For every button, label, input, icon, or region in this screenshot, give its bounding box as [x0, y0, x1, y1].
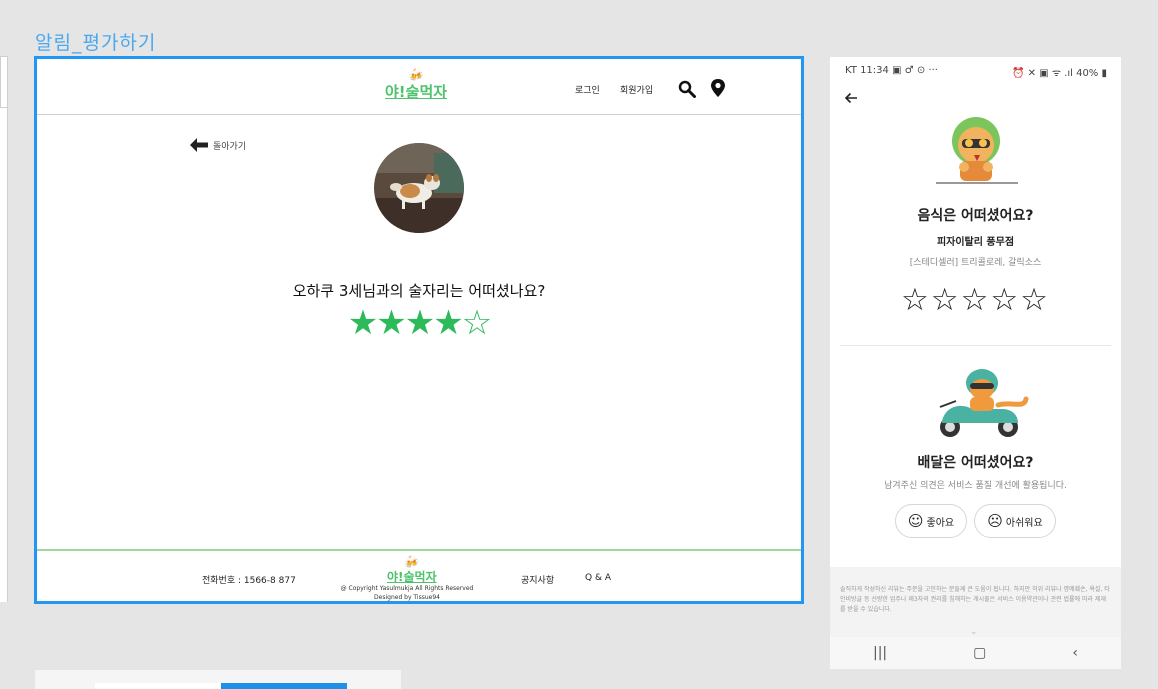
- smile-icon: ☺: [907, 511, 924, 530]
- food-star-rating[interactable]: ☆☆☆☆☆: [830, 281, 1121, 319]
- site-header: 🍻 야!술먹자 로그인 회원가입: [37, 59, 801, 115]
- delivery-rating-title: 배달은 어떠셨어요?: [917, 455, 1034, 471]
- filled-stars[interactable]: ★★★★: [348, 303, 464, 343]
- review-policy-notice: 솔직하게 작성하신 리뷰는 주문을 고민하는 분들께 큰 도움이 됩니다. 하지…: [830, 567, 1121, 637]
- recent-apps-icon[interactable]: |||: [873, 645, 887, 661]
- delivery-subtitle: 남겨주신 의견은 서비스 품질 개선에 활용됩니다.: [884, 481, 1067, 491]
- copyright-text: @ Copyright Yasulmukja All Rights Reserv…: [340, 585, 474, 592]
- rating-question: 오하쿠 3세님과의 술자리는 어떠셨나요?: [292, 282, 546, 300]
- next-frame-preview: [35, 670, 401, 689]
- footer-logo-text: 야!술먹자: [387, 570, 437, 584]
- bad-label: 아쉬워요: [1005, 517, 1043, 529]
- site-footer: 전화번호 : 1566-8 877 🍻 야!술먹자 @ Copyright Ya…: [37, 549, 801, 601]
- beer-mugs-icon: 🍻: [404, 555, 420, 569]
- good-button[interactable]: ☺ 좋아요: [895, 504, 967, 538]
- section-divider: [840, 345, 1111, 346]
- arrow-left-icon: [190, 138, 208, 152]
- delivery-scooter-illustration: [939, 369, 1029, 437]
- frame-title: 알림_평가하기: [35, 32, 157, 54]
- footer-phone: 전화번호 : 1566-8 877: [202, 576, 296, 586]
- search-icon[interactable]: [678, 80, 696, 98]
- star-rating[interactable]: ★★★★☆: [37, 303, 801, 343]
- back-button[interactable]: 돌아가기: [189, 137, 246, 153]
- footer-notice-link[interactable]: 공지사항: [521, 573, 554, 586]
- back-arrow-icon[interactable]: [844, 91, 858, 105]
- location-pin-icon[interactable]: [710, 78, 726, 98]
- desktop-rating-page: 🍻 야!술먹자 로그인 회원가입 돌아가기 오하쿠 3세님과의 술자리는 어떠셨…: [34, 56, 804, 604]
- login-link[interactable]: 로그인: [575, 83, 600, 96]
- logo-text: 야!술먹자: [385, 83, 448, 101]
- footer-copyright: @ Copyright Yasulmukja All Rights Reserv…: [292, 584, 522, 602]
- preview-tab-inactive: [95, 683, 221, 689]
- footer-logo[interactable]: 🍻 야!술먹자: [387, 556, 437, 585]
- status-right: ⏰ ✕ ▣ ᯤ .ıl 40% ▮: [1012, 68, 1107, 79]
- footer-qa-link[interactable]: Q & A: [585, 573, 611, 583]
- food-rating-title: 음식은 어떠셨어요?: [917, 208, 1034, 224]
- good-label: 좋아요: [926, 517, 955, 529]
- designer-credit: Designed by Tissue94: [374, 594, 440, 601]
- ordered-menu: [스테디셀러] 트리콜로레, 갈릭소스: [909, 258, 1042, 268]
- android-nav-bar: ||| ▢ ‹: [830, 637, 1121, 669]
- mobile-review-reference: KT 11:34 ▣ ♂ ⊙ ··· ⏰ ✕ ▣ ᯤ .ıl 40% ▮ 음식은…: [830, 57, 1121, 669]
- site-logo[interactable]: 🍻 야!술먹자: [385, 69, 447, 102]
- chevron-down-icon[interactable]: ⌄: [970, 627, 978, 637]
- preview-tab-active: [221, 683, 347, 689]
- adjacent-frame-edge: [0, 56, 8, 602]
- frown-icon: ☹: [987, 511, 1003, 530]
- food-character-illustration: [936, 117, 1018, 184]
- notice-text: 솔직하게 작성하신 리뷰는 주문을 고민하는 분들께 큰 도움이 됩니다. 하지…: [840, 586, 1110, 613]
- beer-mugs-icon: 🍻: [408, 68, 424, 82]
- friend-avatar-photo: [374, 143, 464, 233]
- back-icon[interactable]: ‹: [1072, 645, 1078, 661]
- shop-name: 피자이탈리 풍무점: [936, 237, 1015, 248]
- adjacent-frame-tab: [0, 56, 8, 108]
- bad-button[interactable]: ☹ 아쉬워요: [974, 504, 1056, 538]
- back-label: 돌아가기: [213, 141, 247, 152]
- empty-star[interactable]: ☆: [462, 303, 493, 343]
- dog-photo-illustration: [374, 143, 464, 233]
- home-icon[interactable]: ▢: [973, 645, 986, 661]
- phone-status-bar: KT 11:34 ▣ ♂ ⊙ ··· ⏰ ✕ ▣ ᯤ .ıl 40% ▮: [845, 65, 1107, 79]
- status-left: KT 11:34 ▣ ♂ ⊙ ···: [845, 65, 938, 76]
- signup-link[interactable]: 회원가입: [620, 83, 653, 96]
